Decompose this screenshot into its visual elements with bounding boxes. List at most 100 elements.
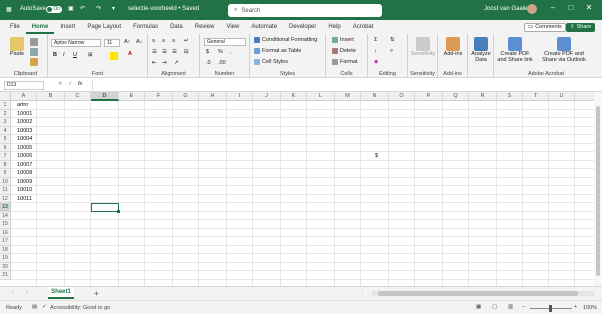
bottom-align-icon[interactable]: ≡ [172, 38, 175, 44]
row-header-5[interactable]: 5 [0, 135, 11, 144]
add-sheet-button[interactable]: + [94, 289, 99, 298]
cell-a12[interactable]: 10011 [17, 195, 32, 204]
row-header-1[interactable]: 1 [0, 101, 11, 110]
prev-sheet-icon[interactable]: ‹ [12, 290, 14, 296]
create-pdf-outlook-button[interactable]: Create PDF and Share via Outlook [536, 37, 592, 63]
row-header-17[interactable]: 17 [0, 237, 11, 246]
bold-icon[interactable]: B [53, 52, 57, 58]
column-header-e[interactable]: E [119, 92, 145, 101]
row-header-14[interactable]: 14 [0, 211, 11, 220]
column-header-i[interactable]: I [227, 92, 253, 101]
autosum-icon[interactable]: Σ [374, 37, 377, 43]
save-icon[interactable]: ▣ [68, 5, 74, 12]
tab-developer[interactable]: Developer [283, 20, 322, 34]
tab-split-icon[interactable]: ⋮ [360, 289, 366, 295]
column-header-u[interactable]: U [549, 92, 575, 101]
search-box[interactable]: ⌕ Search [228, 4, 382, 17]
cell-a3[interactable]: 10002 [17, 118, 32, 127]
increase-font-icon[interactable]: A↑ [124, 39, 130, 45]
zoom-level[interactable]: 100% [583, 305, 597, 311]
decrease-indent-icon[interactable]: ⇤ [152, 60, 157, 66]
vertical-scroll-thumb[interactable] [596, 106, 600, 276]
comma-icon[interactable]: , [230, 49, 232, 55]
tab-help[interactable]: Help [322, 20, 346, 34]
cell-a1[interactable]: artnr [17, 101, 28, 110]
wrap-text-icon[interactable]: ↵ [184, 38, 189, 44]
top-align-icon[interactable]: ≡ [152, 38, 155, 44]
cell-a9[interactable]: 10008 [17, 169, 32, 178]
align-right-icon[interactable]: ☰ [172, 49, 177, 55]
tab-page-layout[interactable]: Page Layout [81, 20, 127, 34]
column-header-g[interactable]: G [173, 92, 199, 101]
row-header-18[interactable]: 18 [0, 245, 11, 254]
number-format-select[interactable]: General [204, 38, 246, 46]
increase-indent-icon[interactable]: ⇥ [162, 60, 167, 66]
align-left-icon[interactable]: ☰ [152, 49, 157, 55]
borders-icon[interactable]: ⊞ [88, 52, 93, 58]
tab-insert[interactable]: Insert [54, 20, 81, 34]
accessibility-icon[interactable]: ✓ [42, 304, 47, 310]
normal-view-icon[interactable]: ▦ [476, 304, 481, 310]
increase-decimal-icon[interactable]: .0 [206, 60, 211, 66]
share-button[interactable]: ⇪ Share [566, 23, 596, 32]
column-header-h[interactable]: H [199, 92, 227, 101]
fill-icon[interactable]: ↓ [374, 48, 377, 54]
column-header-d[interactable]: D [91, 92, 119, 101]
user-name[interactable]: Joost van Gaalen [484, 6, 531, 12]
cancel-entry-icon[interactable]: ✕ [58, 81, 63, 87]
tab-formulas[interactable]: Formulas [127, 20, 164, 34]
row-header-6[interactable]: 6 [0, 143, 11, 152]
column-header-k[interactable]: K [281, 92, 307, 101]
row-header-8[interactable]: 8 [0, 160, 11, 169]
currency-icon[interactable]: $ [206, 49, 209, 55]
column-header-l[interactable]: L [307, 92, 335, 101]
tab-file[interactable]: File [4, 20, 26, 34]
undo-icon[interactable]: ↶ [80, 5, 85, 12]
row-header-12[interactable]: 12 [0, 194, 11, 203]
workbook-stats-icon[interactable]: ▤ [32, 304, 37, 310]
tab-automate[interactable]: Automate [245, 20, 283, 34]
zoom-slider[interactable] [530, 305, 572, 312]
column-header-j[interactable]: J [253, 92, 281, 101]
column-header-t[interactable]: T [523, 92, 549, 101]
cell-a8[interactable]: 10007 [17, 161, 32, 170]
cell-a10[interactable]: 10009 [17, 178, 32, 187]
fill-handle[interactable] [117, 209, 120, 213]
row-header-4[interactable]: 4 [0, 126, 11, 135]
zoom-in-icon[interactable]: + [574, 304, 577, 310]
orientation-icon[interactable]: ↗ [174, 60, 179, 66]
decrease-decimal-icon[interactable]: .00 [218, 60, 226, 66]
row-header-20[interactable]: 20 [0, 262, 11, 271]
row-header-11[interactable]: 11 [0, 186, 11, 195]
cell-a4[interactable]: 10003 [17, 127, 32, 136]
format-as-table-button[interactable]: Format as Table [254, 48, 301, 54]
percent-icon[interactable]: % [218, 49, 223, 55]
zoom-out-icon[interactable]: – [522, 304, 525, 310]
column-header-m[interactable]: M [335, 92, 361, 101]
column-header-o[interactable]: O [389, 92, 415, 101]
cell-n7[interactable]: $ [375, 152, 378, 161]
paste-button[interactable]: Paste [10, 37, 24, 57]
accessibility-status[interactable]: Accessibility: Good to go [50, 305, 110, 311]
confirm-entry-icon[interactable]: ✓ [68, 81, 73, 87]
cell-a11[interactable]: 10010 [17, 186, 32, 195]
font-color-icon[interactable]: A [128, 51, 132, 57]
tab-data[interactable]: Data [164, 20, 189, 34]
format-painter-icon[interactable] [30, 58, 38, 66]
column-header-r[interactable]: R [469, 92, 497, 101]
middle-align-icon[interactable]: ≡ [162, 38, 165, 44]
insert-button[interactable]: Insert [332, 37, 354, 43]
delete-button[interactable]: Delete [332, 48, 356, 54]
customize-toolbar-icon[interactable]: ▾ [112, 5, 115, 12]
row-header-7[interactable]: 7 [0, 152, 11, 161]
conditional-formatting-button[interactable]: Conditional Formatting [254, 37, 317, 43]
next-sheet-icon[interactable]: › [26, 290, 28, 296]
name-box[interactable]: D13 [4, 81, 44, 90]
maximize-icon[interactable]: □ [564, 3, 578, 12]
sort-filter-icon[interactable]: ⇅ [390, 37, 395, 43]
row-header-13[interactable]: 13 [0, 203, 11, 212]
tab-view[interactable]: View [220, 20, 245, 34]
align-center-icon[interactable]: ☰ [162, 49, 167, 55]
addins-button[interactable]: Add-ins [440, 37, 466, 57]
row-header-9[interactable]: 9 [0, 169, 11, 178]
